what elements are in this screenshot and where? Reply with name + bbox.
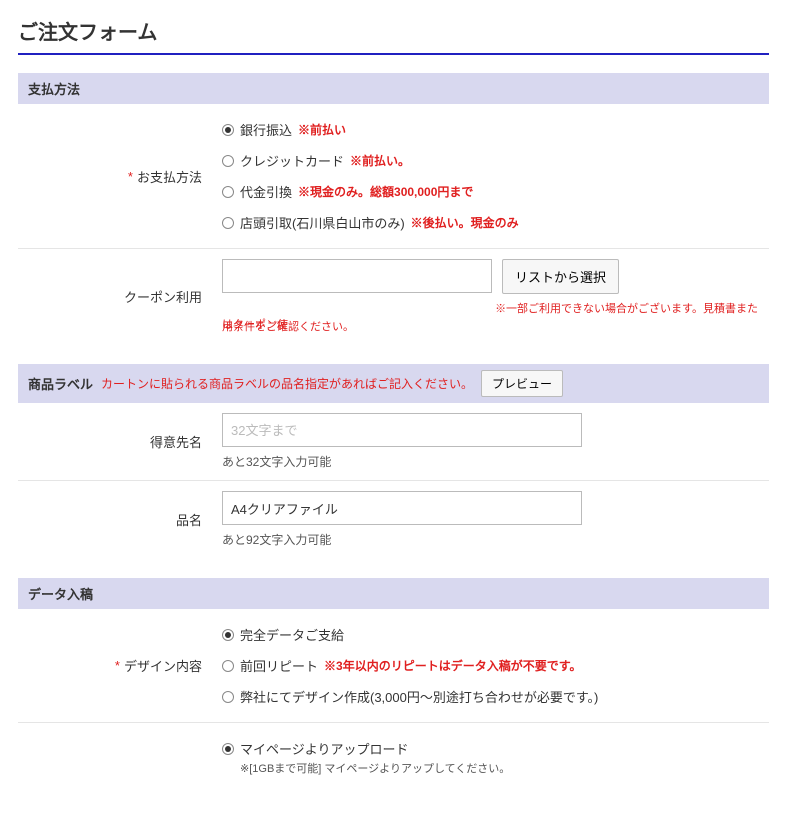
coupon-row: クーポン利用 リストから選択 ※一部ご利用できない場合がございます。見積書または… [18,249,769,344]
payment-method-label: * お支払方法 [18,104,216,248]
page-title: ご注文フォーム [18,10,769,55]
data-submit-header-text: データ入稿 [28,584,93,603]
design-content-label-text: デザイン内容 [124,656,202,675]
coupon-note-prefix: 用条件をご確認ください。 [222,318,761,334]
data-submit-header: データ入稿 [18,578,769,609]
coupon-select-button[interactable]: リストから選択 [502,259,619,294]
label-header-text: 商品ラベル [28,374,93,393]
radio-icon [222,691,234,703]
payment-option-pickup-label: 店頭引取(石川県白山市のみ) [240,213,405,232]
payment-option-cod-label: 代金引換 [240,182,292,201]
customer-name-input[interactable] [222,413,582,447]
design-option-create-label: 弊社にてデザイン作成(3,000円～別途打ち合わせが必要です。) [240,687,598,706]
payment-option-card[interactable]: クレジットカード ※前払い。 [222,145,761,176]
payment-option-pickup[interactable]: 店頭引取(石川県白山市のみ) ※後払い。現金のみ [222,207,761,238]
payment-option-bank[interactable]: 銀行振込 ※前払い [222,114,761,145]
coupon-value: リストから選択 ※一部ご利用できない場合がございます。見積書またはクーポン使 用… [216,249,769,344]
design-option-complete[interactable]: 完全データご支給 [222,619,761,650]
preview-button[interactable]: プレビュー [481,370,563,397]
product-name-row: 品名 あと92文字入力可能 [18,481,769,558]
payment-method-row: * お支払方法 銀行振込 ※前払い クレジットカード ※前払い。 代金引換 ※現… [18,104,769,249]
label-header-sub: カートンに貼られる商品ラベルの品名指定があればご記入ください。 [101,375,473,392]
payment-option-cod[interactable]: 代金引換 ※現金のみ。総額300,000円まで [222,176,761,207]
payment-option-card-note: ※前払い。 [350,152,410,169]
customer-name-row: 得意先名 あと32文字入力可能 [18,403,769,481]
customer-name-label-text: 得意先名 [150,432,202,451]
payment-method-options: 銀行振込 ※前払い クレジットカード ※前払い。 代金引換 ※現金のみ。総額30… [216,104,769,248]
customer-name-hint: あと32文字入力可能 [222,453,761,470]
product-name-hint: あと92文字入力可能 [222,531,761,548]
customer-name-label: 得意先名 [18,403,216,480]
coupon-input[interactable] [222,259,492,293]
design-option-repeat[interactable]: 前回リピート ※3年以内のリピートはデータ入稿が不要です。 [222,650,761,681]
payment-option-bank-label: 銀行振込 [240,120,292,139]
label-section: 商品ラベル カートンに貼られる商品ラベルの品名指定があればご記入ください。 プレ… [18,364,769,558]
upload-option-mypage-sub: ※[1GBまで可能] マイページよりアップしてください。 [222,760,761,776]
payment-option-pickup-note: ※後払い。現金のみ [411,214,519,231]
payment-option-cod-note: ※現金のみ。総額300,000円まで [298,183,473,200]
payment-method-label-text: お支払方法 [137,167,202,186]
design-option-complete-label: 完全データご支給 [240,625,344,644]
design-content-label: * デザイン内容 [18,609,216,722]
required-mark: * [115,658,120,673]
radio-icon [222,660,234,672]
design-content-row: * デザイン内容 完全データご支給 前回リピート ※3年以内のリピートはデータ入… [18,609,769,723]
product-name-input[interactable] [222,491,582,525]
product-name-value: あと92文字入力可能 [216,481,769,558]
radio-icon [222,743,234,755]
design-option-repeat-label: 前回リピート [240,656,318,675]
required-mark: * [128,169,133,184]
radio-icon [222,629,234,641]
upload-row: マイページよりアップロード ※[1GBまで可能] マイページよりアップしてくださ… [18,723,769,786]
upload-option-mypage-label: マイページよりアップロード [240,739,408,758]
radio-icon [222,186,234,198]
payment-header: 支払方法 [18,73,769,104]
upload-label-cell [18,723,216,786]
radio-icon [222,155,234,167]
payment-option-card-label: クレジットカード [240,151,344,170]
design-option-repeat-note: ※3年以内のリピートはデータ入稿が不要です。 [324,657,581,674]
radio-icon [222,217,234,229]
label-header: 商品ラベル カートンに貼られる商品ラベルの品名指定があればご記入ください。 プレ… [18,364,769,403]
payment-option-bank-note: ※前払い [298,121,346,138]
coupon-label: クーポン利用 [18,249,216,344]
coupon-label-text: クーポン利用 [124,287,202,306]
upload-value: マイページよりアップロード ※[1GBまで可能] マイページよりアップしてくださ… [216,723,769,786]
data-submit-section: データ入稿 * デザイン内容 完全データご支給 前回リピート ※3年以内のリピー… [18,578,769,786]
product-name-label: 品名 [18,481,216,558]
product-name-label-text: 品名 [176,510,202,529]
payment-section: 支払方法 * お支払方法 銀行振込 ※前払い クレジットカード ※前払い。 代金… [18,73,769,344]
design-option-create[interactable]: 弊社にてデザイン作成(3,000円～別途打ち合わせが必要です。) [222,681,761,712]
customer-name-value: あと32文字入力可能 [216,403,769,480]
design-content-options: 完全データご支給 前回リピート ※3年以内のリピートはデータ入稿が不要です。 弊… [216,609,769,722]
upload-option-mypage[interactable]: マイページよりアップロード [222,733,761,758]
radio-icon [222,124,234,136]
payment-header-text: 支払方法 [28,79,80,98]
